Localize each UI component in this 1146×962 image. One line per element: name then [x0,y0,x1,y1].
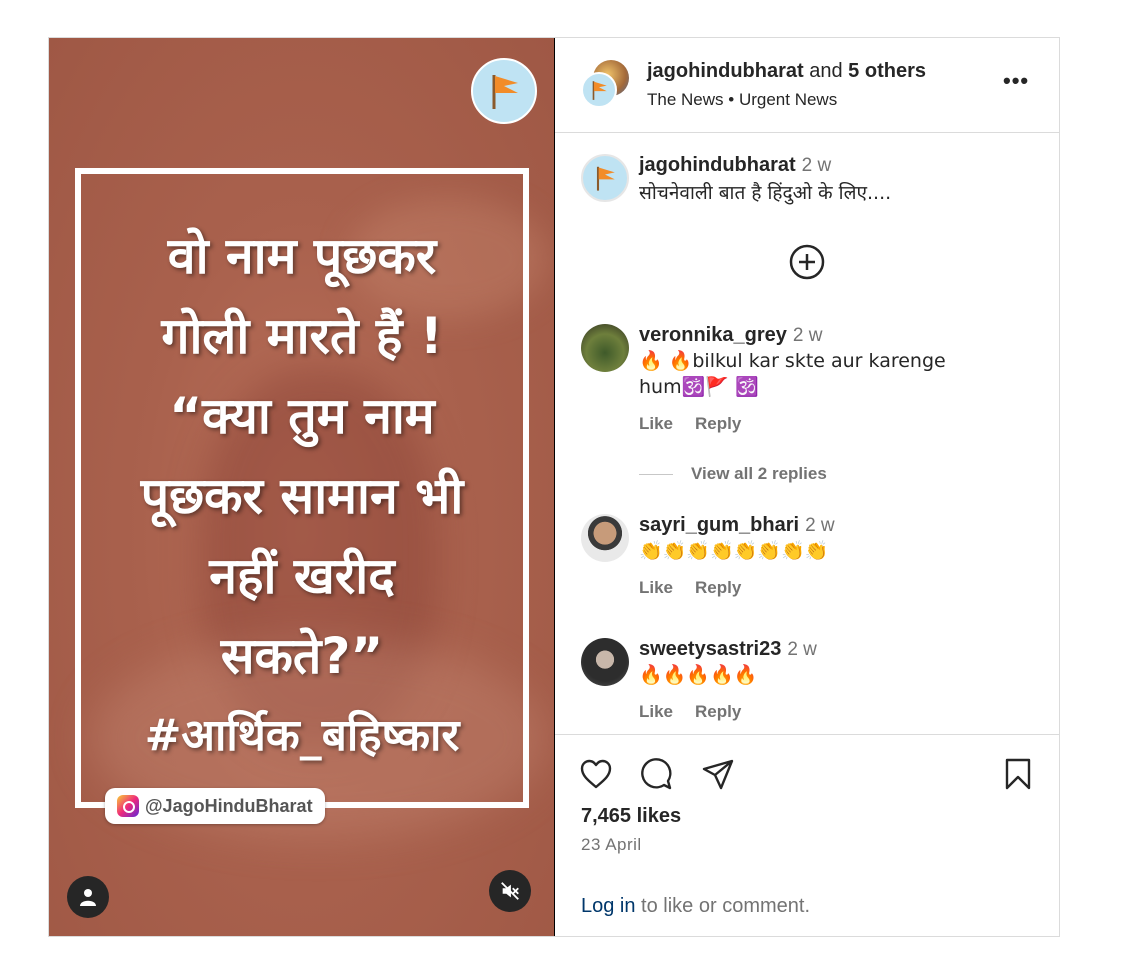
instagram-post: वो नाम पूछकर गोली मारते हैं ! “क्या तुम … [48,37,1060,937]
watermark-handle-text: @JagoHinduBharat [145,795,313,816]
like-comment-button[interactable]: Like [639,578,673,597]
more-horizontal-icon: ••• [1003,68,1030,93]
saffron-flag-icon [592,81,607,100]
share-icon[interactable] [701,757,735,791]
comment-username[interactable]: sweetysastri23 [639,638,781,660]
likes-count[interactable]: 7,465 likes [581,805,681,828]
comment-username[interactable]: veronnika_grey [639,324,787,346]
comment-username[interactable]: sayri_gum_bhari [639,514,799,536]
image-quote: वो नाम पूछकर गोली मारते हैं ! “क्या तुम … [81,216,523,776]
login-prompt: Log in to like or comment. [581,895,810,918]
login-link[interactable]: Log in [581,895,636,917]
subtitle-separator: • [728,90,735,109]
header-subtitle: The News • Urgent News [647,90,837,110]
post-side-panel: jagohindubharat and 5 others The News • … [555,38,1059,936]
header-and: and [809,60,843,82]
comment-avatar[interactable] [581,324,629,372]
comment-time: 2 w [787,639,817,660]
view-replies-label: View all 2 replies [691,464,827,483]
quote-line: “क्या तुम नाम [169,387,435,445]
watermark-handle: @JagoHinduBharat [105,788,325,824]
user-icon [80,889,96,906]
heart-icon[interactable] [579,757,613,791]
login-prompt-rest: to like or comment. [635,895,811,917]
comment-username-line: veronnika_grey 2 w [639,324,822,347]
bookmark-icon[interactable] [1001,757,1035,791]
divider [639,473,673,475]
view-replies-button[interactable]: View all 2 replies [639,464,827,484]
quote-line: गोली मारते हैं ! [161,307,443,365]
reply-comment-button[interactable]: Reply [695,702,741,721]
caption-username-line: jagohindubharat 2 w [639,154,831,177]
post-header: jagohindubharat and 5 others The News • … [555,38,1059,133]
comment-icon[interactable] [639,757,673,791]
saffron-flag-icon [492,75,518,109]
comment-text: 🔥 🔥bilkul kar skte aur karenge [639,350,946,372]
comment-time: 2 w [792,325,823,346]
mute-button[interactable] [489,870,531,912]
reply-comment-button[interactable]: Reply [695,578,741,597]
comment-time: 2 w [805,515,835,536]
subtitle-b[interactable]: Urgent News [739,90,837,109]
like-comment-button[interactable]: Like [639,702,673,721]
collab-avatars[interactable] [581,60,631,110]
header-others[interactable]: 5 others [848,60,926,82]
quote-line: सकते?” [220,627,384,685]
instagram-icon [117,795,139,817]
quote-line: नहीं खरीद [209,547,395,605]
more-options-button[interactable]: ••• [1003,68,1029,94]
header-username[interactable]: jagohindubharat [647,60,804,82]
post-date: 23 April [581,835,642,854]
quote-hashtag: #आर्थिक_बहिष्कार [144,710,460,761]
like-comment-button[interactable]: Like [639,414,673,433]
reply-comment-button[interactable]: Reply [695,414,741,433]
comment-username-line: sayri_gum_bhari 2 w [639,514,835,537]
quote-line: वो नाम पूछकर [167,227,437,285]
comments-section: jagohindubharat 2 w सोचनेवाली बात है हिंद… [555,134,1059,734]
avatar [581,72,617,108]
comment-actions: Like Reply [639,414,763,434]
comment-avatar[interactable] [581,514,629,562]
flag-logo [471,58,537,124]
comment-text: hum🕉️🚩 🕉️ [639,376,759,398]
speaker-muted-icon [501,882,519,900]
post-footer: 7,465 likes 23 April Log in to like or c… [555,734,1059,936]
comment-text: 👏👏👏👏👏👏👏👏 [639,540,829,562]
caption-avatar[interactable] [581,154,629,202]
caption-text: सोचनेवाली बात है हिंदुओ के लिए.... [639,182,892,204]
comment-actions: Like Reply [639,578,763,598]
subtitle-a[interactable]: The News [647,90,724,109]
post-media[interactable]: वो नाम पूछकर गोली मारते हैं ! “क्या तुम … [49,38,555,936]
comment-actions: Like Reply [639,702,763,722]
comment-avatar[interactable] [581,638,629,686]
caption-time: 2 w [801,155,832,176]
comment-username-line: sweetysastri23 2 w [639,638,817,661]
tagged-users-button[interactable] [67,876,109,918]
comment-text: 🔥🔥🔥🔥🔥 [639,664,758,686]
caption-username[interactable]: jagohindubharat [639,154,796,176]
saffron-flag-icon [596,166,615,191]
header-title: jagohindubharat and 5 others [647,60,926,83]
quote-line: पूछकर सामान भी [140,467,464,525]
load-more-comments-button[interactable] [789,244,825,280]
